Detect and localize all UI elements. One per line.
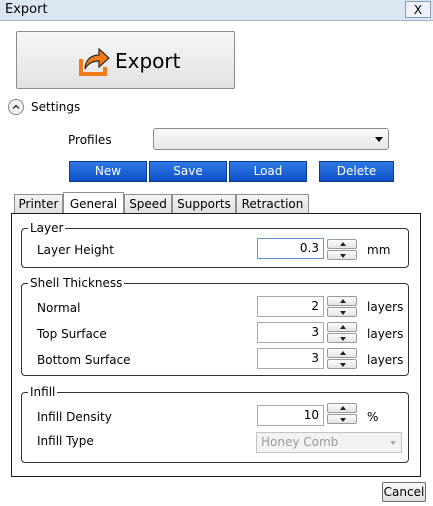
bottom-surface-label: Bottom Surface <box>37 353 131 367</box>
settings-label: Settings <box>31 100 81 114</box>
spin-up-icon[interactable] <box>327 239 357 249</box>
tab-printer[interactable]: Printer <box>14 194 63 214</box>
window-title: Export <box>5 2 48 17</box>
tab-supports[interactable]: Supports <box>172 194 236 214</box>
normal-stepper[interactable] <box>327 296 357 317</box>
layer-height-unit: mm <box>367 243 391 257</box>
load-profile-button[interactable]: Load <box>229 161 307 182</box>
profiles-dropdown[interactable] <box>153 128 389 150</box>
chevron-up-icon[interactable] <box>8 99 24 115</box>
infill-density-input[interactable]: 10 <box>257 405 324 426</box>
spin-up-icon[interactable] <box>327 322 357 332</box>
normal-input[interactable]: 2 <box>257 296 324 317</box>
bottom-surface-stepper[interactable] <box>327 348 357 369</box>
infill-type-label: Infill Type <box>37 434 94 448</box>
spin-down-icon[interactable] <box>327 333 357 343</box>
spin-up-icon[interactable] <box>327 403 357 413</box>
infill-density-label: Infill Density <box>37 410 112 424</box>
layer-height-input[interactable]: 0.3 <box>257 238 324 259</box>
profiles-label: Profiles <box>68 133 112 147</box>
shell-thickness-legend: Shell Thickness <box>28 276 125 290</box>
infill-type-dropdown[interactable]: Honey Comb <box>256 432 402 453</box>
bottom-surface-input[interactable]: 3 <box>257 348 324 369</box>
top-surface-input[interactable]: 3 <box>257 322 324 343</box>
spin-down-icon[interactable] <box>327 414 357 424</box>
export-button-label: Export <box>115 49 181 73</box>
tab-general[interactable]: General <box>63 192 124 213</box>
infill-density-unit: % <box>367 410 379 424</box>
spin-down-icon[interactable] <box>327 359 357 369</box>
spin-down-icon[interactable] <box>327 307 357 317</box>
dropdown-arrow-icon <box>375 137 383 142</box>
top-surface-stepper[interactable] <box>327 322 357 343</box>
top-surface-label: Top Surface <box>37 327 107 341</box>
export-arrow-icon <box>79 47 110 76</box>
dropdown-arrow-icon <box>390 441 396 445</box>
infill-density-stepper[interactable] <box>327 403 357 424</box>
save-profile-button[interactable]: Save <box>149 161 227 182</box>
spin-down-icon[interactable] <box>327 250 357 260</box>
delete-profile-button[interactable]: Delete <box>319 161 394 182</box>
spin-up-icon[interactable] <box>327 348 357 358</box>
bottom-surface-unit: layers <box>367 353 404 367</box>
layer-legend: Layer <box>28 221 66 235</box>
infill-type-value: Honey Comb <box>261 435 339 449</box>
tab-retraction[interactable]: Retraction <box>236 194 309 214</box>
close-button[interactable]: X <box>405 1 431 18</box>
normal-label: Normal <box>37 301 81 315</box>
title-bar: Export X <box>0 0 433 21</box>
new-profile-button[interactable]: New <box>69 161 147 182</box>
spin-up-icon[interactable] <box>327 296 357 306</box>
export-button[interactable]: Export <box>16 31 235 89</box>
tab-speed[interactable]: Speed <box>124 194 172 214</box>
layer-height-stepper[interactable] <box>327 239 357 260</box>
top-surface-unit: layers <box>367 327 404 341</box>
cancel-button[interactable]: Cancel <box>382 482 426 502</box>
infill-legend: Infill <box>28 385 58 399</box>
normal-unit: layers <box>367 300 404 314</box>
layer-height-label: Layer Height <box>37 243 114 257</box>
